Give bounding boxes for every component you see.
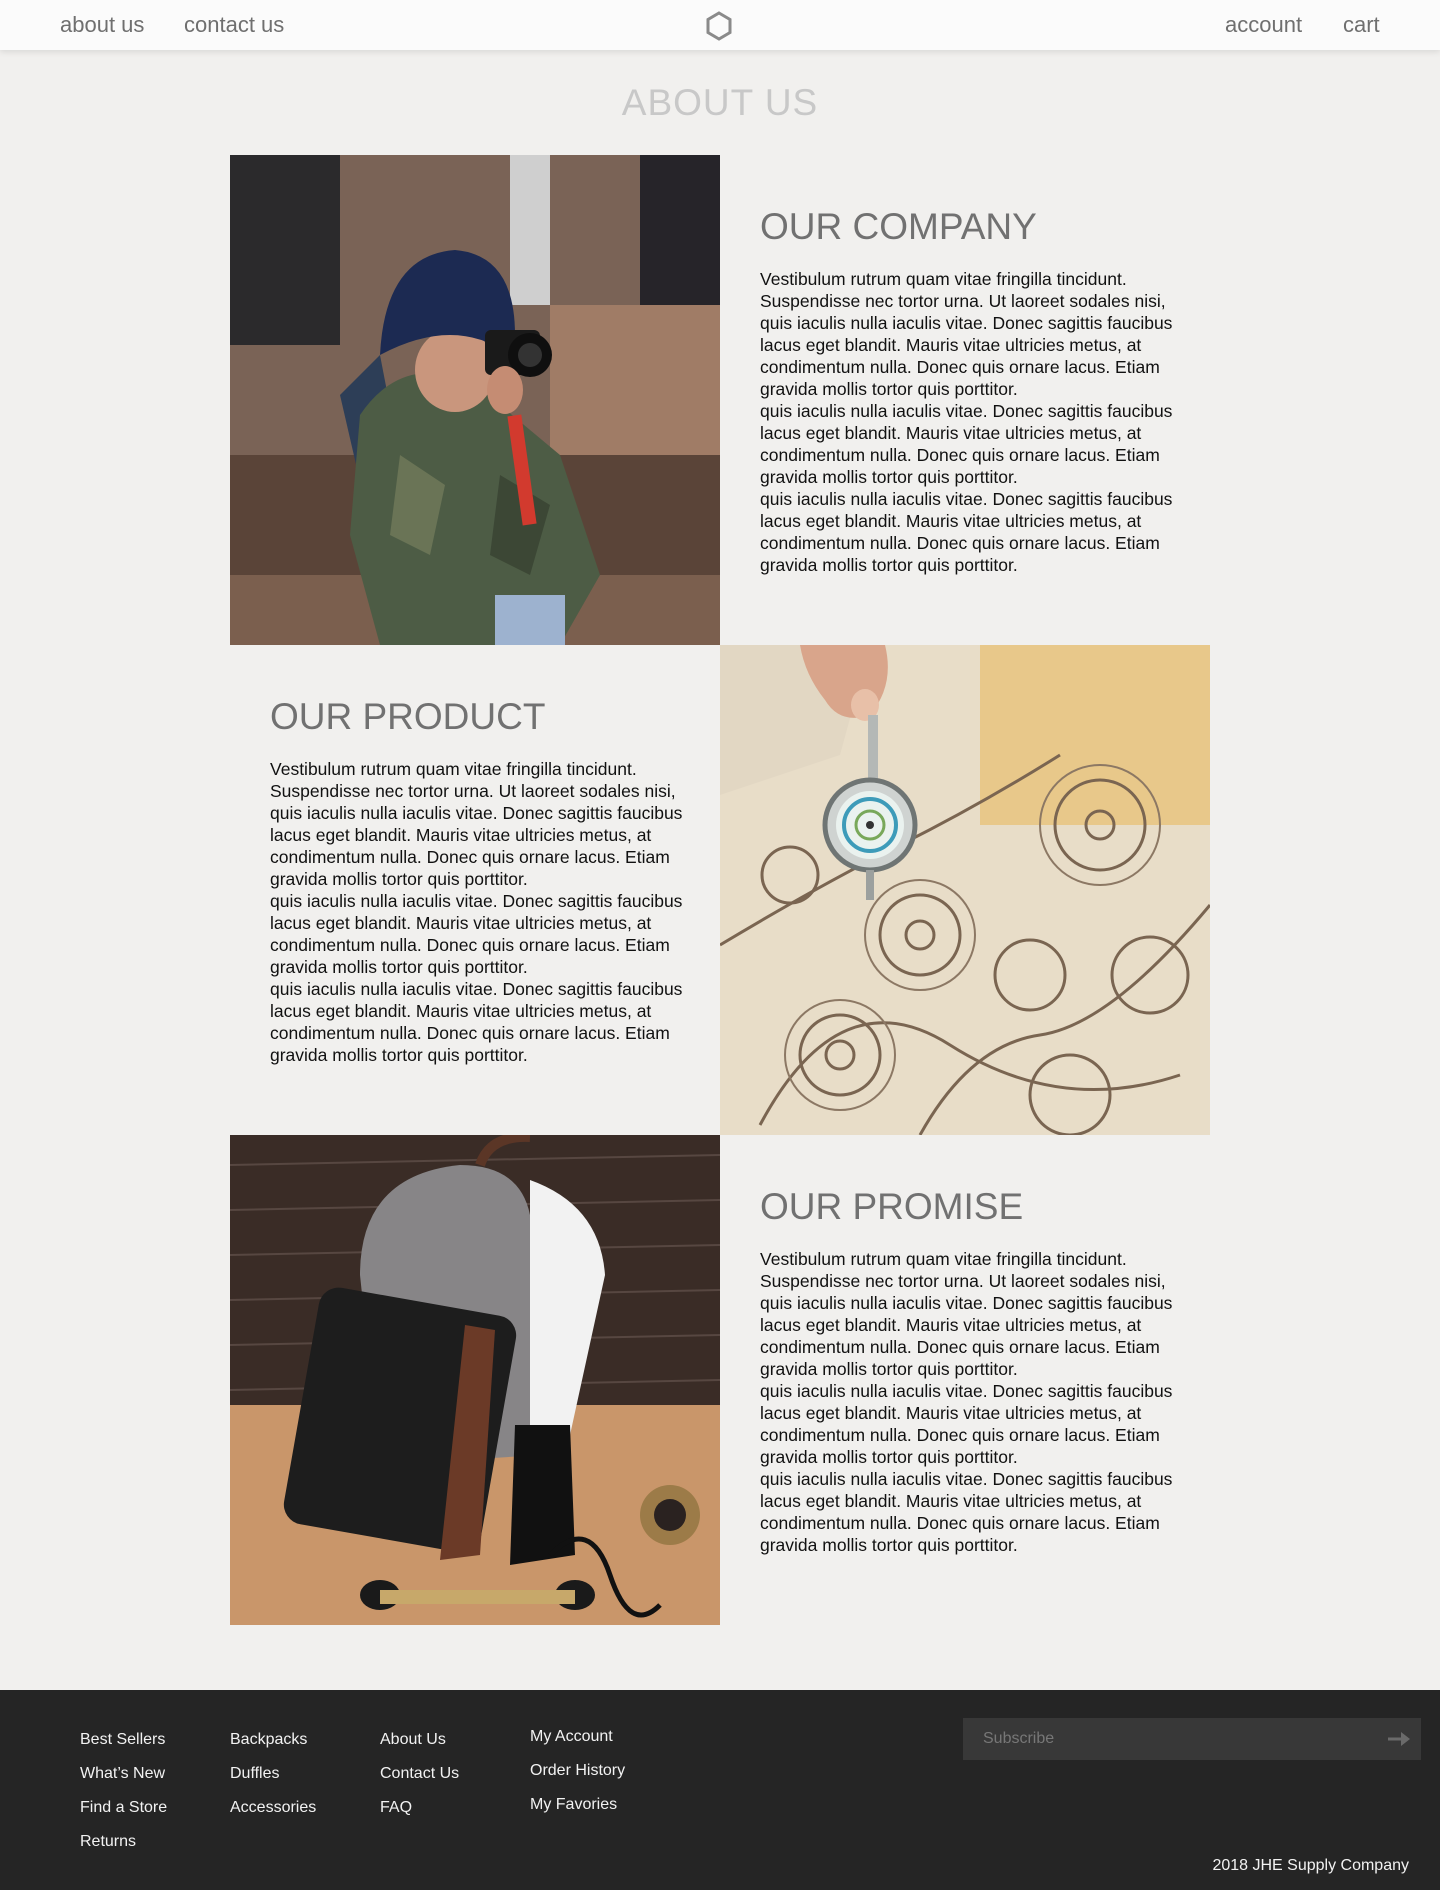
footer-link-best-sellers[interactable]: Best Sellers — [80, 1730, 167, 1750]
section-our-promise: OUR PROMISE Vestibulum rutrum quam vitae… — [760, 1186, 1200, 1556]
section-our-company: OUR COMPANY Vestibulum rutrum quam vitae… — [760, 206, 1200, 576]
footer-link-faq[interactable]: FAQ — [380, 1798, 459, 1818]
lace-measuring-image — [720, 645, 1210, 1135]
footer-column-shop: Best Sellers What’s New Find a Store Ret… — [80, 1730, 167, 1866]
subscribe-input[interactable] — [963, 1718, 1373, 1760]
footer-column-products: Backpacks Duffles Accessories — [230, 1730, 316, 1832]
photographer-image — [230, 155, 720, 645]
subscribe-form — [963, 1718, 1421, 1760]
footer-link-whats-new[interactable]: What’s New — [80, 1764, 167, 1784]
footer-link-returns[interactable]: Returns — [80, 1832, 167, 1852]
nav-cart-link[interactable]: cart — [1343, 12, 1380, 38]
section-heading: OUR PRODUCT — [270, 696, 546, 737]
footer-link-my-favorites[interactable]: My Favories — [530, 1795, 625, 1815]
section-body: Vestibulum rutrum quam vitae fringilla t… — [270, 759, 683, 1065]
section-our-product: OUR PRODUCT Vestibulum rutrum quam vitae… — [270, 696, 710, 1066]
footer-link-about-us[interactable]: About Us — [380, 1730, 459, 1750]
nav-contact-link[interactable]: contact us — [184, 12, 284, 38]
backpack-image — [230, 1135, 720, 1625]
nav-account-link[interactable]: account — [1225, 12, 1302, 38]
footer-link-contact-us[interactable]: Contact Us — [380, 1764, 459, 1784]
arrow-right-icon[interactable] — [1387, 1730, 1411, 1748]
footer-link-my-account[interactable]: My Account — [530, 1727, 625, 1747]
section-body: Vestibulum rutrum quam vitae fringilla t… — [760, 269, 1173, 575]
footer-link-accessories[interactable]: Accessories — [230, 1798, 316, 1818]
section-heading: OUR COMPANY — [760, 206, 1037, 247]
section-body: Vestibulum rutrum quam vitae fringilla t… — [760, 1249, 1173, 1555]
footer-link-find-store[interactable]: Find a Store — [80, 1798, 167, 1818]
footer-link-duffles[interactable]: Duffles — [230, 1764, 316, 1784]
hexagon-logo-icon[interactable] — [705, 11, 733, 41]
nav-about-link[interactable]: about us — [60, 12, 144, 38]
section-heading: OUR PROMISE — [760, 1186, 1024, 1227]
footer-column-info: About Us Contact Us FAQ — [380, 1730, 459, 1832]
footer-column-account: My Account Order History My Favories — [530, 1727, 625, 1829]
top-nav: about us contact us account cart — [0, 0, 1440, 50]
footer-link-order-history[interactable]: Order History — [530, 1761, 625, 1781]
footer: Best Sellers What’s New Find a Store Ret… — [0, 1690, 1440, 1890]
copyright-text: 2018 JHE Supply Company — [1212, 1857, 1409, 1874]
footer-link-backpacks[interactable]: Backpacks — [230, 1730, 316, 1750]
page-title: ABOUT US — [621, 82, 819, 123]
